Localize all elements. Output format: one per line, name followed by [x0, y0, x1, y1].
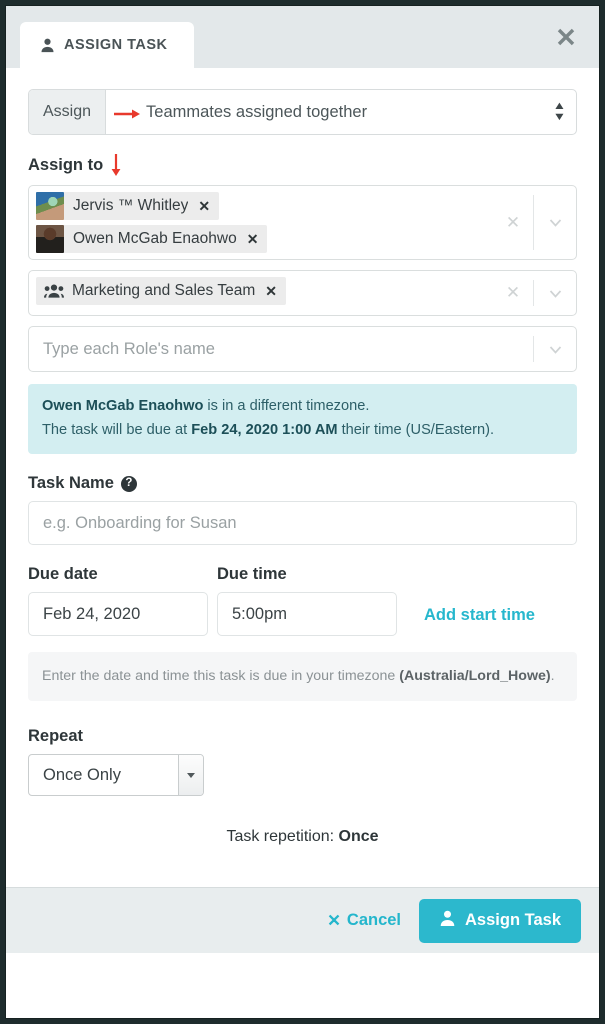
avatar	[36, 192, 64, 220]
assign-mode-select[interactable]: Assign Teammates assigned together ▲ ▼	[28, 89, 577, 135]
timezone-notice-line1: Owen McGab Enaohwo is in a different tim…	[42, 395, 563, 419]
due-date-input[interactable]	[28, 592, 208, 637]
repetition-value: Once	[338, 828, 379, 845]
tab-assign-task[interactable]: ASSIGN TASK	[20, 22, 194, 68]
repeat-select[interactable]: Once Only	[28, 754, 204, 796]
timezone-person: Owen McGab Enaohwo	[42, 398, 204, 414]
tab-label: ASSIGN TASK	[64, 37, 168, 53]
due-time-label: Due time	[217, 565, 287, 584]
users-group-icon	[44, 283, 64, 299]
team-tag-label: Marketing and Sales Team	[72, 282, 256, 299]
red-right-arrow-annotation-icon	[114, 106, 141, 119]
teams-tag-list: Marketing and Sales Team ✕	[29, 271, 493, 315]
timezone-helper-text: Enter the date and time this task is due…	[28, 652, 577, 701]
remove-member-icon[interactable]: ✕	[247, 232, 259, 246]
repetition-prefix: Task repetition:	[226, 828, 339, 845]
roles-placeholder: Type each Role's name	[43, 339, 215, 358]
repeat-label: Repeat	[28, 727, 84, 745]
members-tag-list: Jervis ™ Whitley ✕ Owen McGab Enaohwo ✕	[29, 186, 493, 259]
cancel-label: Cancel	[346, 911, 402, 929]
timezone-line2-suffix: their time (US/Eastern).	[337, 421, 495, 438]
roles-multiselect[interactable]: Type each Role's name	[28, 326, 577, 372]
person-icon	[439, 910, 456, 932]
assign-task-button[interactable]: Assign Task	[419, 898, 581, 943]
clear-members-icon[interactable]: ✕	[493, 186, 533, 259]
teams-multiselect[interactable]: Marketing and Sales Team ✕ ✕	[28, 270, 577, 316]
assign-to-label-row: Assign to	[28, 153, 577, 177]
helper-timezone: (Australia/Lord_Howe)	[399, 668, 551, 685]
add-start-time-link[interactable]: Add start time	[424, 606, 535, 636]
chevron-down-icon[interactable]	[534, 327, 576, 371]
assign-task-modal: ASSIGN TASK Assign Teammates assigned to…	[6, 6, 599, 1018]
helper-text: Enter the date and time this task is due…	[42, 668, 396, 685]
repeat-selected-value: Once Only	[43, 765, 121, 784]
assign-task-label: Assign Task	[465, 911, 561, 929]
question-mark-icon[interactable]: ?	[120, 475, 137, 492]
remove-team-icon[interactable]: ✕	[265, 284, 277, 298]
team-tag[interactable]: Marketing and Sales Team ✕	[36, 277, 286, 305]
modal-body: Assign Teammates assigned together ▲ ▼ As…	[6, 69, 599, 953]
assign-mode-value-wrap: Teammates assigned together	[106, 90, 542, 134]
person-icon	[40, 38, 55, 53]
members-multiselect[interactable]: Jervis ™ Whitley ✕ Owen McGab Enaohwo ✕ …	[28, 185, 577, 260]
timezone-line1-rest: is in a different timezone.	[203, 398, 370, 414]
screenshot-frame: ASSIGN TASK Assign Teammates assigned to…	[0, 0, 605, 1024]
member-tag[interactable]: Jervis ™ Whitley ✕	[36, 192, 220, 220]
timezone-notice: Owen McGab Enaohwo is in a different tim…	[28, 384, 577, 455]
due-time-group: Due time	[217, 565, 397, 637]
due-time-input[interactable]	[217, 592, 397, 637]
modal-tabstrip: ASSIGN TASK	[6, 6, 599, 69]
chevron-down-icon[interactable]	[534, 271, 576, 315]
timezone-due-datetime: Feb 24, 2020 1:00 AM	[191, 421, 338, 438]
due-row: Due date Due time Add start time	[28, 565, 577, 637]
helper-period: .	[550, 668, 555, 685]
due-date-label: Due date	[28, 565, 98, 584]
clear-teams-icon[interactable]: ✕	[493, 271, 533, 315]
timezone-line2-prefix: The task will be due at	[42, 421, 192, 438]
red-down-arrow-annotation-icon	[110, 153, 122, 177]
remove-member-icon[interactable]: ✕	[198, 199, 210, 213]
avatar	[36, 225, 64, 253]
cancel-button[interactable]: ✕ Cancel	[327, 911, 401, 931]
task-repetition-summary: Task repetition: Once	[28, 828, 577, 846]
modal-footer: ✕ Cancel Assign Task	[6, 887, 599, 953]
member-tag-label: Owen McGab Enaohwo	[73, 230, 237, 247]
assign-mode-value: Teammates assigned together	[146, 102, 368, 121]
assign-prefix-label: Assign	[29, 90, 107, 134]
chevron-down-icon[interactable]	[178, 755, 203, 795]
due-date-group: Due date	[28, 565, 208, 637]
member-tag[interactable]: Owen McGab Enaohwo ✕	[36, 225, 268, 253]
select-updown-icon[interactable]: ▲ ▼	[542, 90, 576, 134]
task-name-input[interactable]	[28, 501, 577, 546]
chevron-down-icon[interactable]	[534, 186, 576, 259]
member-tag-label: Jervis ™ Whitley	[73, 197, 189, 214]
assign-to-label: Assign to	[28, 155, 104, 174]
timezone-notice-line2: The task will be due at Feb 24, 2020 1:0…	[42, 419, 563, 443]
task-name-label: Task Name	[28, 474, 114, 493]
x-icon: ✕	[327, 911, 341, 930]
close-icon[interactable]	[551, 22, 581, 52]
task-name-label-row: Task Name ?	[28, 474, 577, 493]
